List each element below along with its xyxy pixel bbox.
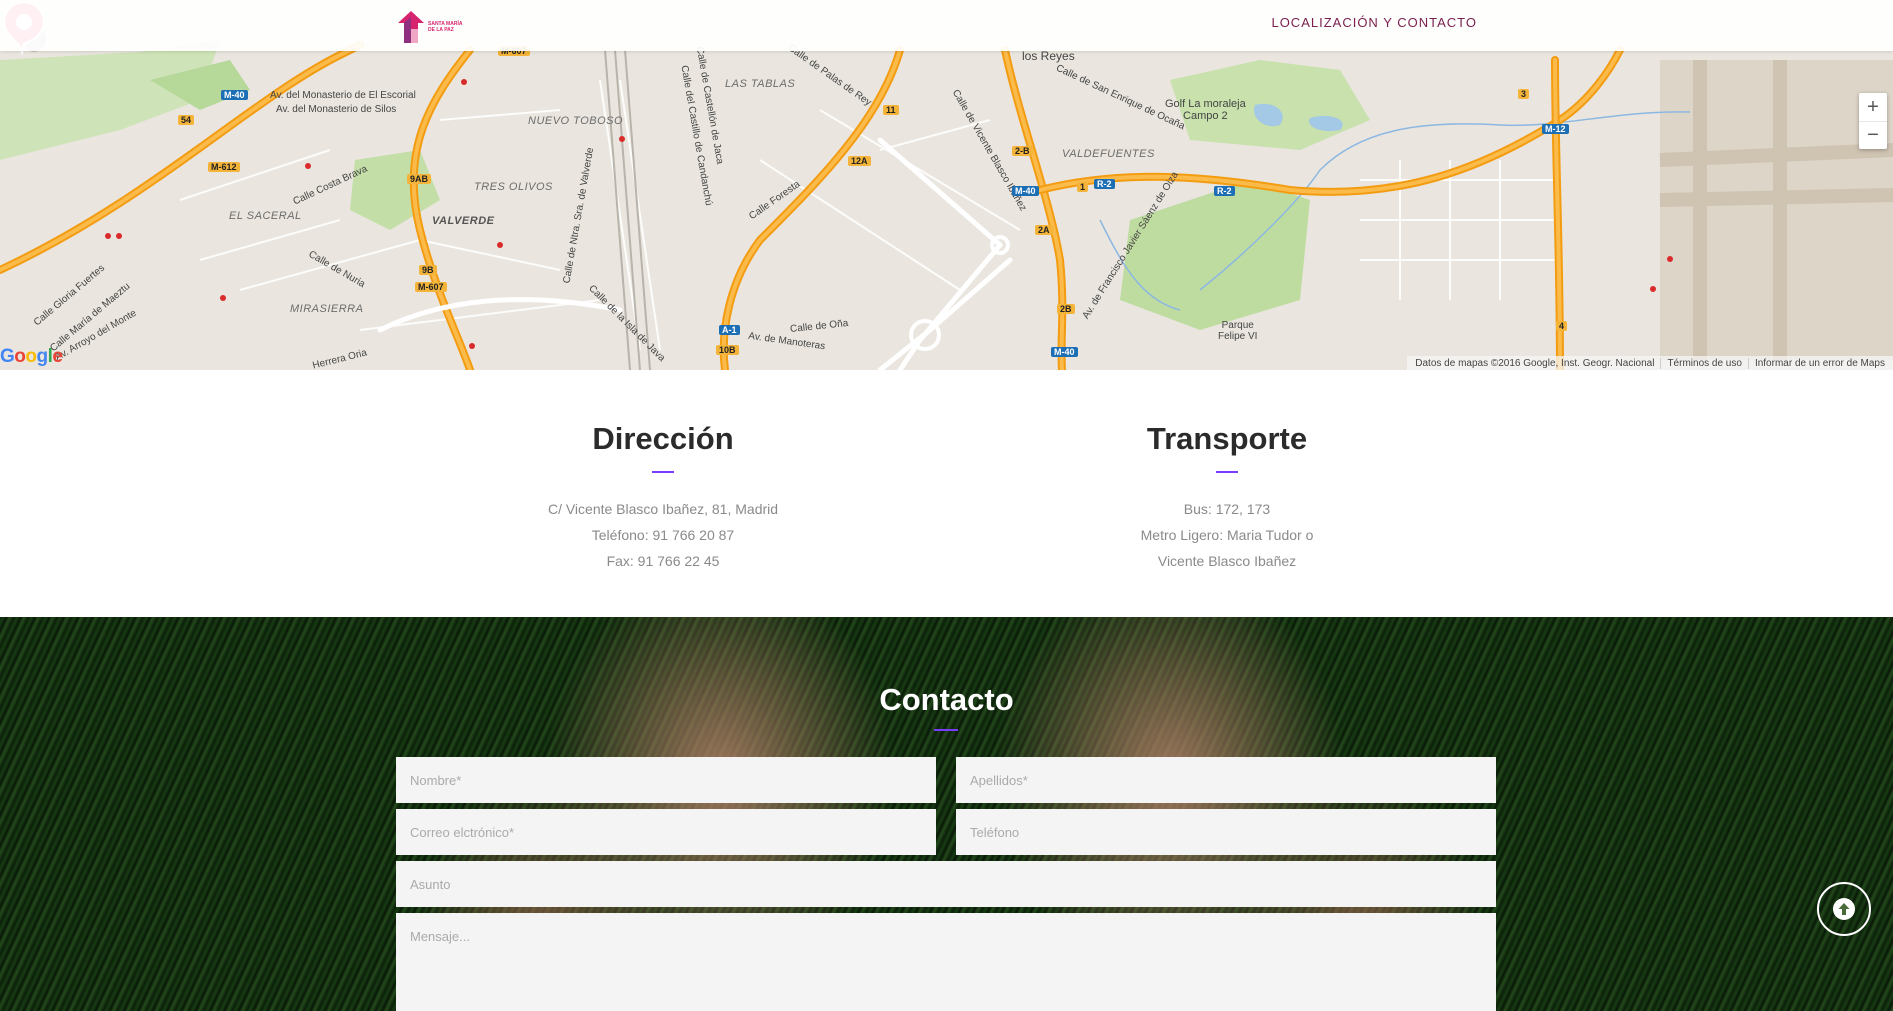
- map-label-valverde: VALVERDE: [432, 215, 495, 227]
- telefono-input[interactable]: [956, 809, 1496, 855]
- map-terms-link[interactable]: Términos de uso: [1660, 357, 1747, 369]
- shield-a1: A-1: [719, 325, 740, 335]
- shield-12a: 12A: [848, 156, 871, 166]
- site-header: SANTA MARÍA DE LA PAZ LOCALIZACIÓN Y CON…: [0, 0, 1893, 51]
- zoom-in-button[interactable]: +: [1859, 93, 1887, 121]
- shield-r2-b: R-2: [1214, 186, 1235, 196]
- shield-1: 1: [1077, 182, 1089, 192]
- map-data-attribution: Datos de mapas ©2016 Google, Inst. Geogr…: [1415, 357, 1655, 369]
- map-report-error-link[interactable]: Informar de un error de Maps: [1747, 357, 1891, 369]
- info-section: Dirección C/ Vicente Blasco Ibañez, 81, …: [0, 370, 1893, 617]
- shield-m40: M-40: [221, 90, 248, 100]
- title-underline: [652, 471, 674, 473]
- email-input[interactable]: [396, 809, 936, 855]
- map-label-parque: Parque Felipe VI: [1218, 320, 1258, 342]
- google-logo[interactable]: Google: [0, 346, 63, 368]
- transporte-title: Transporte: [1146, 421, 1308, 456]
- direccion-phone: Teléfono: 91 766 20 87: [591, 527, 735, 543]
- house-logo-icon: [398, 11, 424, 43]
- map-label-tres-olivos: TRES OLIVOS: [474, 181, 553, 193]
- shield-3: 3: [1518, 89, 1530, 99]
- contact-title: Contacto: [879, 682, 1014, 717]
- site-logo[interactable]: SANTA MARÍA DE LA PAZ: [396, 9, 466, 45]
- map-zoom-controls: + −: [1859, 93, 1887, 149]
- direccion-block: Dirección C/ Vicente Blasco Ibañez, 81, …: [483, 370, 843, 574]
- shield-10b: 10B: [716, 345, 739, 355]
- map-label-nuevo-toboso: NUEVO TOBOSO: [528, 115, 624, 127]
- shield-m607: M-607: [415, 282, 447, 292]
- apellidos-input[interactable]: [956, 757, 1496, 803]
- direccion-address: C/ Vicente Blasco Ibañez, 81, Madrid: [547, 501, 779, 517]
- shield-11: 11: [883, 105, 899, 115]
- mensaje-textarea[interactable]: [396, 913, 1496, 1011]
- title-underline: [1216, 471, 1238, 473]
- shield-m12: M-12: [1542, 124, 1569, 134]
- map-label-valdefuentes: VALDEFUENTES: [1062, 148, 1155, 160]
- map-label-monasterio-silos: Av. del Monasterio de Silos: [276, 104, 397, 115]
- arrow-up-icon: [1833, 898, 1855, 920]
- nav-link-localizacion-contacto[interactable]: LOCALIZACIÓN Y CONTACTO: [1271, 15, 1477, 30]
- map-label-los-reyes: los Reyes: [1022, 49, 1075, 63]
- shield-m40-b: M-40: [1012, 186, 1039, 196]
- shield-m40-c: M-40: [1051, 347, 1078, 357]
- location-map[interactable]: los Reyes Av. del Monasterio de El Escor…: [0, 0, 1893, 370]
- shield-2a: 2A: [1035, 225, 1053, 235]
- shield-54: 54: [178, 115, 195, 125]
- map-label-el-saceral: EL SACERAL: [229, 210, 302, 222]
- shield-2b-lower: 2B: [1057, 304, 1075, 314]
- direccion-fax: Fax: 91 766 22 45: [606, 553, 720, 569]
- shield-2b: 2-B: [1012, 146, 1033, 156]
- transporte-block: Transporte Bus: 172, 173 Metro Ligero: M…: [1047, 370, 1407, 574]
- transporte-bus: Bus: 172, 173: [1183, 501, 1271, 517]
- shield-m612: M-612: [208, 162, 240, 172]
- direccion-title: Dirección: [592, 421, 734, 456]
- map-label-las-tablas: LAS TABLAS: [725, 78, 796, 90]
- map-label-monasterio-escorial: Av. del Monasterio de El Escorial: [270, 90, 416, 101]
- nombre-input[interactable]: [396, 757, 936, 803]
- logo-text: SANTA MARÍA DE LA PAZ: [428, 21, 463, 33]
- scroll-to-top-button[interactable]: [1817, 882, 1871, 936]
- shield-r2: R-2: [1094, 179, 1115, 189]
- transporte-metro-cont: Vicente Blasco Ibañez: [1157, 553, 1297, 569]
- shield-9ab: 9AB: [407, 174, 432, 184]
- map-label-mirasierra: MIRASIERRA: [290, 303, 364, 315]
- map-canvas: [0, 40, 1893, 370]
- shield-4: 4: [1556, 321, 1568, 331]
- transporte-metro: Metro Ligero: Maria Tudor o: [1140, 527, 1314, 543]
- shield-9b: 9B: [419, 265, 437, 275]
- map-attribution: Datos de mapas ©2016 Google, Inst. Geogr…: [1407, 356, 1893, 370]
- asunto-input[interactable]: [396, 861, 1496, 907]
- title-underline: [934, 729, 958, 731]
- contact-section: Contacto: [0, 617, 1893, 1011]
- zoom-out-button[interactable]: −: [1859, 121, 1887, 149]
